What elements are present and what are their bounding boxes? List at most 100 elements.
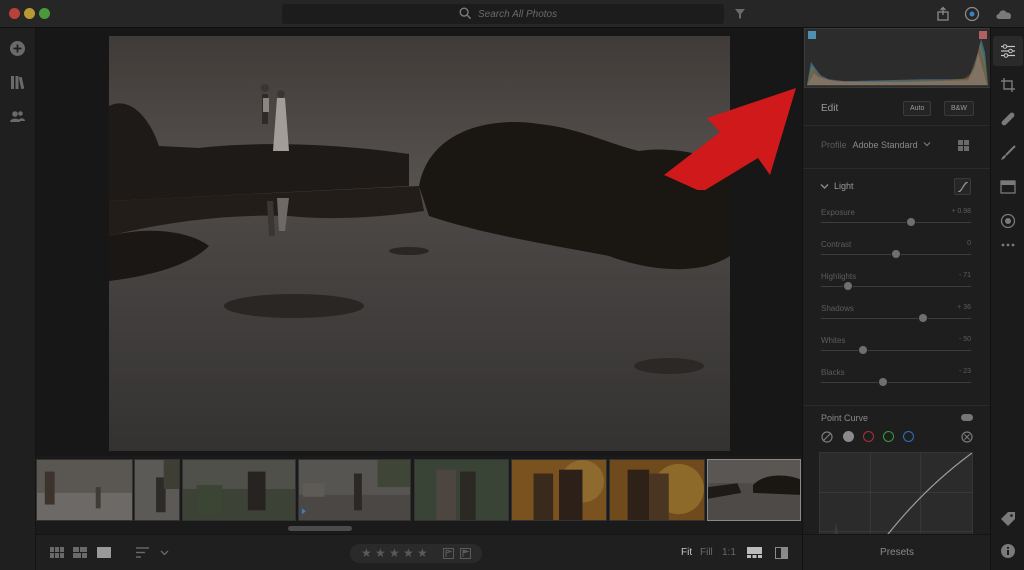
point-curve-toggle[interactable] (961, 414, 973, 421)
photo-grid-icon[interactable] (73, 547, 87, 558)
library-icon[interactable] (9, 74, 26, 91)
star-icon[interactable]: ★ (361, 546, 372, 560)
search-input[interactable] (478, 6, 678, 22)
sort-icon[interactable] (136, 547, 150, 558)
slider-thumb[interactable] (858, 345, 868, 355)
filmstrip-thumbnail[interactable] (609, 459, 705, 521)
compare-view-icon[interactable] (775, 547, 788, 559)
filmstrip-thumbnail[interactable] (182, 459, 296, 521)
edit-panel: Edit Auto B&W Profile Adobe Standard Ligh… (802, 28, 991, 570)
slider-blacks[interactable]: Blacks - 23 (821, 368, 971, 394)
edit-sliders-icon[interactable] (1000, 43, 1016, 59)
slider-thumb[interactable] (843, 281, 853, 291)
filmstrip-thumbnail[interactable] (298, 459, 411, 521)
help-icon[interactable] (964, 6, 980, 22)
bottom-toolbar: ★ ★ ★ ★ ★ Fit Fill 1:1 (36, 534, 802, 570)
red-arrow-annotation (664, 88, 796, 190)
slider-value[interactable]: 0 (967, 240, 971, 247)
add-photos-icon[interactable] (9, 40, 26, 57)
tone-curve-button[interactable] (954, 178, 971, 195)
detail-view-icon[interactable] (97, 547, 111, 558)
slider-value[interactable]: - 71 (959, 272, 971, 279)
filmstrip-toggle-icon[interactable] (747, 547, 762, 558)
minimize-window-button[interactable] (24, 8, 35, 19)
filmstrip-scrollbar[interactable] (288, 526, 352, 531)
filmstrip-thumbnail[interactable] (36, 459, 133, 521)
slider-value[interactable]: - 23 (959, 368, 971, 375)
point-curve-title: Point Curve (821, 413, 869, 423)
star-icon[interactable]: ★ (389, 546, 400, 560)
linear-gradient-icon[interactable] (1000, 179, 1016, 195)
profile-row[interactable]: Profile Adobe Standard (821, 140, 931, 150)
slider-shadows[interactable]: Shadows + 36 (821, 304, 971, 330)
radial-gradient-icon[interactable] (1000, 213, 1016, 229)
zoom-window-button[interactable] (39, 8, 50, 19)
slider-label: Exposure (821, 208, 855, 217)
chevron-down-icon[interactable] (160, 548, 169, 557)
reset-curve-icon[interactable] (961, 431, 973, 443)
auto-button[interactable]: Auto (903, 101, 932, 116)
chevron-down-icon[interactable] (923, 140, 931, 148)
target-adjust-icon[interactable] (821, 431, 833, 443)
star-icon[interactable]: ★ (417, 546, 428, 560)
filmstrip-thumbnail[interactable] (134, 459, 180, 521)
filmstrip-thumbnail-selected[interactable] (707, 459, 801, 521)
slider-thumb[interactable] (877, 377, 888, 387)
slider-value[interactable]: + 36 (957, 304, 971, 311)
shadow-clipping-icon[interactable] (808, 31, 816, 39)
square-grid-icon[interactable] (50, 547, 64, 558)
edit-panel-title: Edit (821, 103, 839, 114)
slider-thumb[interactable] (906, 217, 916, 227)
slider-whites[interactable]: Whites - 50 (821, 336, 971, 362)
filmstrip-thumbnail[interactable] (511, 459, 607, 521)
pick-flag-icon[interactable] (443, 548, 454, 559)
slider-thumb[interactable] (891, 249, 901, 259)
healing-brush-icon[interactable] (1000, 111, 1016, 127)
zoom-fit-button[interactable]: Fit (681, 547, 692, 558)
channel-green[interactable] (883, 431, 894, 442)
chevron-down-icon[interactable] (820, 182, 829, 191)
brush-icon[interactable] (1000, 145, 1016, 161)
channel-red[interactable] (863, 431, 874, 442)
slider-highlights[interactable]: Highlights - 71 (821, 272, 971, 298)
presets-button[interactable]: Presets (803, 547, 991, 558)
slider-track[interactable] (821, 222, 971, 223)
title-bar (0, 0, 1024, 28)
slider-value[interactable]: - 50 (959, 336, 971, 343)
zoom-fill-button[interactable]: Fill (700, 547, 713, 558)
star-icon[interactable]: ★ (403, 546, 414, 560)
rating-and-flags: ★ ★ ★ ★ ★ (350, 544, 482, 563)
cloud-sync-icon[interactable] (994, 6, 1014, 22)
profile-browser-icon[interactable] (958, 140, 969, 151)
more-options-icon[interactable] (1000, 241, 1016, 249)
slider-track[interactable] (821, 318, 971, 319)
presets-bar[interactable]: Presets (802, 534, 990, 570)
slider-track[interactable] (821, 382, 971, 383)
filmstrip-thumbnail[interactable] (414, 459, 509, 521)
channel-rgb[interactable] (843, 431, 854, 442)
slider-contrast[interactable]: Contrast 0 (821, 240, 971, 266)
profile-value[interactable]: Adobe Standard (853, 140, 918, 150)
keyword-tag-icon[interactable] (1000, 511, 1016, 527)
slider-exposure[interactable]: Exposure + 0.98 (821, 208, 971, 234)
slider-track[interactable] (821, 350, 971, 351)
slider-value[interactable]: + 0.98 (951, 208, 971, 215)
right-rail (990, 28, 1024, 570)
main-photo[interactable] (109, 36, 730, 451)
reject-flag-icon[interactable] (460, 548, 471, 559)
channel-blue[interactable] (903, 431, 914, 442)
people-icon[interactable] (9, 108, 26, 125)
star-icon[interactable]: ★ (375, 546, 386, 560)
light-section-header[interactable]: Light (803, 168, 991, 204)
search-box[interactable] (282, 4, 724, 24)
close-window-button[interactable] (9, 8, 20, 19)
zoom-one-to-one-button[interactable]: 1:1 (722, 547, 736, 558)
info-icon[interactable] (1000, 543, 1016, 559)
filter-icon[interactable] (734, 8, 746, 20)
black-white-button[interactable]: B&W (944, 101, 974, 116)
slider-thumb[interactable] (918, 313, 928, 323)
share-icon[interactable] (935, 6, 951, 22)
profile-label: Profile (821, 140, 847, 150)
crop-rotate-icon[interactable] (1000, 77, 1016, 93)
highlight-clipping-icon[interactable] (979, 31, 987, 39)
